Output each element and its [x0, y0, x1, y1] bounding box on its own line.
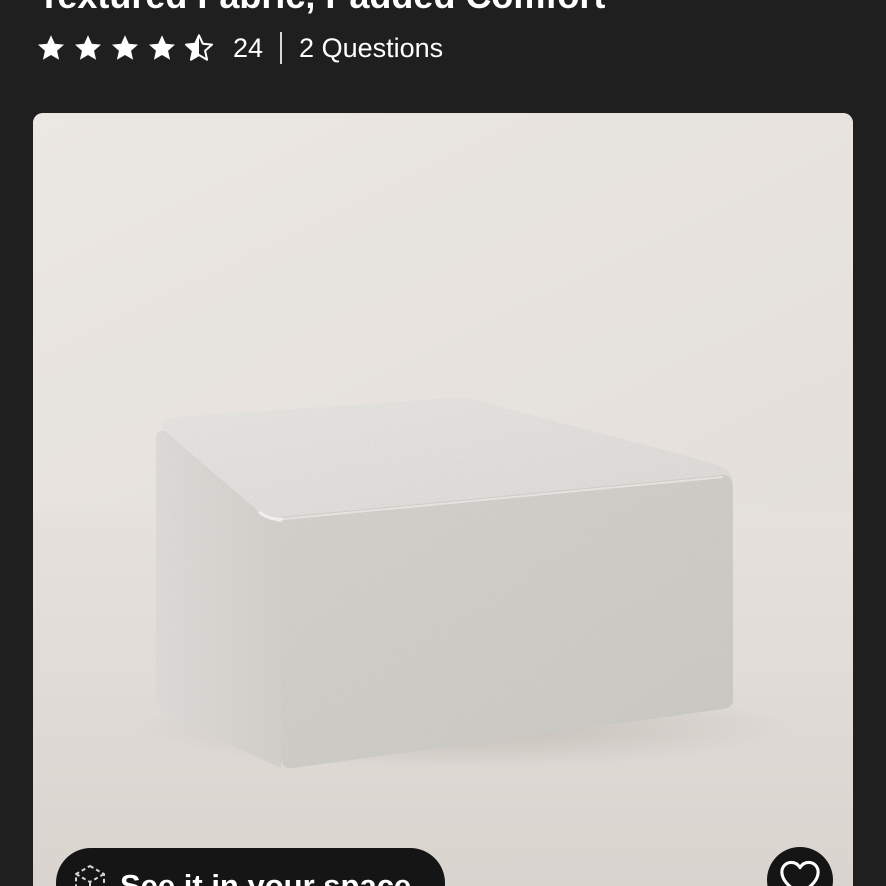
product-image-ottoman [33, 113, 853, 886]
see-in-your-space-label: See it in your space [120, 868, 412, 886]
questions-link[interactable]: 2 Questions [299, 33, 443, 64]
ar-cube-icon [72, 863, 108, 886]
star-full-icon [73, 33, 103, 63]
product-image-card[interactable] [33, 113, 853, 886]
star-half-icon [184, 33, 214, 63]
star-full-icon [110, 33, 140, 63]
divider [280, 32, 283, 64]
star-rating[interactable] [36, 33, 214, 63]
star-full-icon [36, 33, 66, 63]
review-count-link[interactable]: 24 [233, 33, 263, 64]
product-title: Textured Fabric, Padded Comfort [38, 0, 605, 16]
rating-row: 24 2 Questions [36, 28, 443, 68]
heart-outline-icon [780, 860, 820, 886]
product-page: Textured Fabric, Padded Comfort 24 [0, 0, 886, 886]
see-in-your-space-button[interactable]: See it in your space [56, 848, 445, 886]
star-full-icon [147, 33, 177, 63]
